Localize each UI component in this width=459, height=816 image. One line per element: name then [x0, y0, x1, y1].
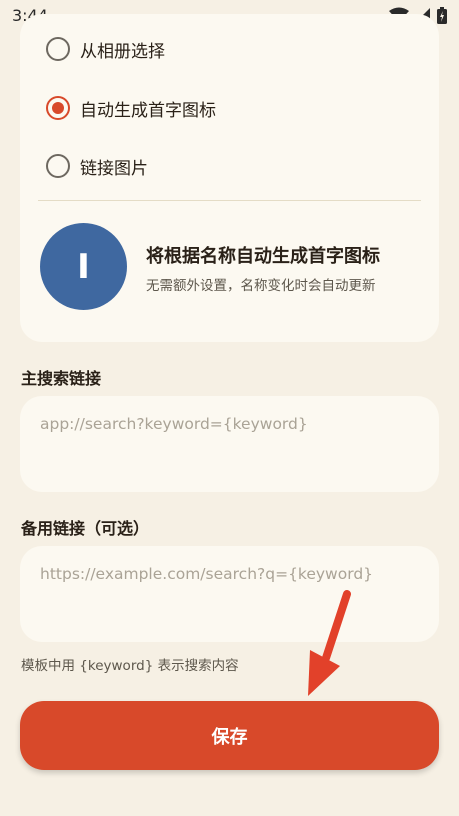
backup-search-input[interactable]: [40, 565, 419, 583]
template-hint: 模板中用 {keyword} 表示搜索内容: [21, 658, 239, 674]
divider: [38, 200, 421, 201]
annotation-arrow-icon: [308, 590, 351, 696]
icon-settings-card: 从相册选择 自动生成首字图标 链接图片 I 将根据名称自动生成首字图标 无需额外…: [20, 14, 439, 342]
radio-option-auto-generate[interactable]: 自动生成首字图标: [46, 93, 216, 123]
avatar-letter: I: [77, 246, 90, 287]
save-button[interactable]: 保存: [20, 701, 439, 770]
radio-button-selected[interactable]: [46, 96, 70, 120]
main-search-label: 主搜索链接: [21, 369, 102, 388]
radio-label: 自动生成首字图标: [80, 100, 216, 121]
radio-dot: [52, 102, 64, 114]
radio-label: 从相册选择: [80, 41, 165, 62]
radio-option-link-image[interactable]: 链接图片: [46, 151, 148, 181]
radio-label: 链接图片: [80, 158, 148, 179]
backup-search-field[interactable]: [20, 546, 439, 642]
battery-icon: [437, 6, 447, 24]
main-search-field[interactable]: [20, 396, 439, 492]
main-search-input[interactable]: [40, 415, 419, 433]
radio-button[interactable]: [46, 154, 70, 178]
radio-option-album[interactable]: 从相册选择: [46, 34, 165, 64]
radio-button[interactable]: [46, 37, 70, 61]
generated-icon-avatar: I: [40, 223, 127, 310]
preview-title: 将根据名称自动生成首字图标: [146, 246, 380, 267]
backup-search-label: 备用链接（可选）: [21, 519, 150, 538]
preview-subtitle: 无需额外设置，名称变化时会自动更新: [146, 278, 376, 294]
